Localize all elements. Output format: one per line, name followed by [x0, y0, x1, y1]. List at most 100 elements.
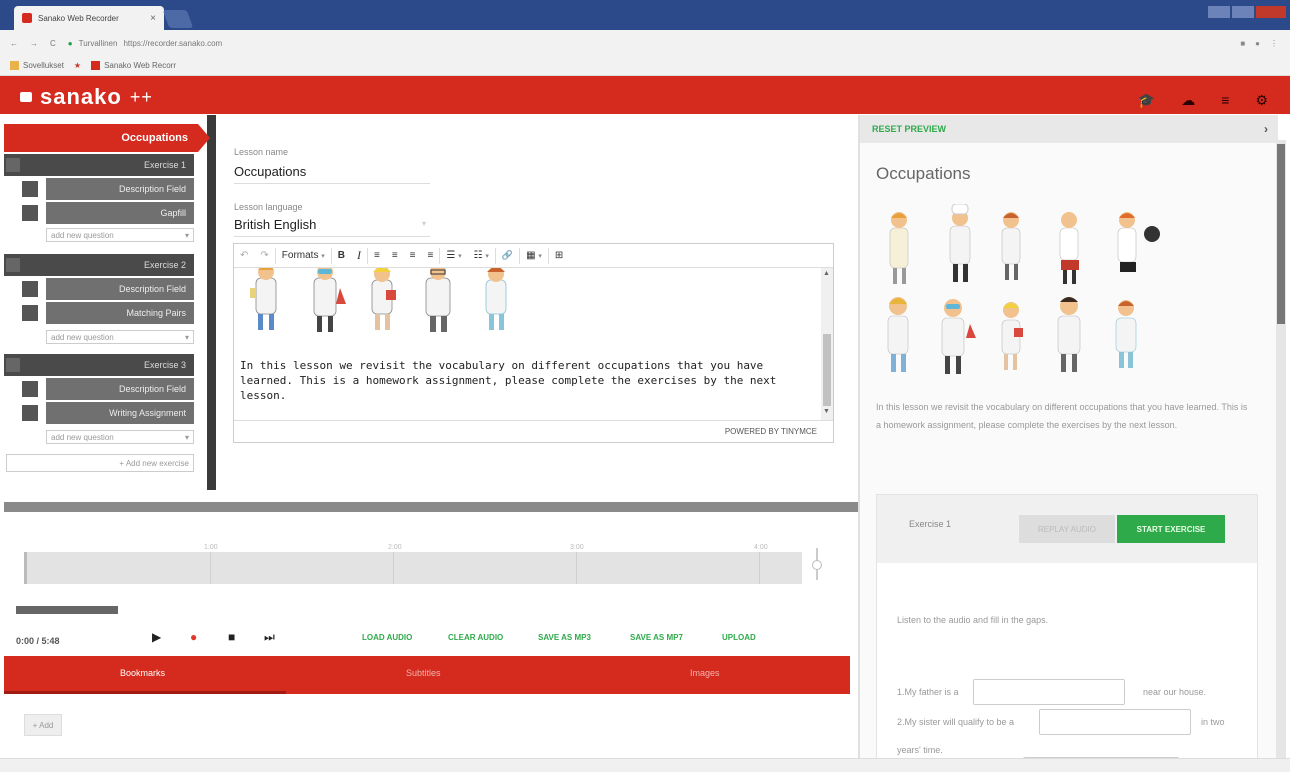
exercise-2-header[interactable]: Exercise 2 — [4, 254, 194, 276]
audio-waveform[interactable] — [24, 552, 802, 584]
url-field[interactable]: ● Turvallinen https://recorder.sanako.co… — [68, 39, 222, 48]
menu-icon[interactable]: ⋮ — [1270, 39, 1278, 48]
close-tab-icon[interactable]: × — [150, 13, 156, 24]
play-icon[interactable]: ▶ — [152, 630, 161, 644]
exercise-3-item-description[interactable]: Description Field — [22, 378, 194, 400]
editor-scroll-thumb[interactable] — [823, 334, 831, 406]
browser-tab[interactable]: Sanako Web Recorder × — [14, 6, 164, 30]
save-mp7-button[interactable]: SAVE AS MP7 — [630, 633, 683, 642]
skip-end-icon[interactable]: ⏭ — [264, 630, 275, 645]
drag-handle[interactable] — [22, 381, 38, 397]
tab-bookmarks[interactable]: Bookmarks — [120, 668, 165, 678]
align-right-icon[interactable]: ≡ — [404, 244, 422, 268]
bullet-list-icon[interactable]: ☰ ▾ — [440, 244, 467, 268]
volume-knob[interactable] — [812, 560, 822, 570]
exercise-1-item-gapfill[interactable]: Gapfill — [22, 202, 194, 224]
preview-scrollbar[interactable] — [1276, 140, 1286, 772]
gap-question-2-after: in two — [1201, 717, 1225, 727]
preview-occupations-illustration — [887, 204, 1160, 374]
exercise-1-add-question-select[interactable]: add new question ▾ — [46, 228, 194, 242]
sanako-logo[interactable]: sanako ++ — [20, 84, 153, 110]
gear-icon[interactable]: ⚙ — [1255, 92, 1268, 109]
stop-icon[interactable]: ■ — [228, 630, 235, 644]
rich-text-editor: ↶ ↷ Formats ▾ B I ≡ ≡ ≡ ≡ ☰ ▾ ☷ ▾ 🔗 ▦ ▾ … — [233, 243, 834, 443]
save-mp3-button[interactable]: SAVE AS MP3 — [538, 633, 591, 642]
exercise-2-item-description[interactable]: Description Field — [22, 278, 194, 300]
align-left-icon[interactable]: ≡ — [368, 244, 386, 268]
collapse-preview-icon[interactable]: › — [1264, 122, 1268, 136]
volume-slider[interactable] — [812, 548, 822, 580]
timeline-tick: 3:00 — [570, 544, 584, 551]
media-icon[interactable]: ⊞ — [549, 244, 569, 268]
minimize-button[interactable] — [1208, 6, 1230, 18]
camera-icon[interactable]: ■ — [1240, 39, 1245, 48]
list-icon[interactable]: ≡ — [1221, 92, 1229, 109]
bookmark-star-icon[interactable]: ★ — [74, 61, 81, 70]
replay-audio-button[interactable]: REPLAY AUDIO — [1019, 515, 1115, 543]
undo-icon[interactable]: ↶ — [234, 244, 254, 268]
graduation-cap-icon[interactable]: 🎓 — [1138, 92, 1155, 109]
exercise-3-add-question-select[interactable]: add new question ▾ — [46, 430, 194, 444]
drag-handle[interactable] — [22, 405, 38, 421]
scroll-down-icon[interactable]: ▼ — [823, 408, 830, 415]
exercise-2-add-question-select[interactable]: add new question ▾ — [46, 330, 194, 344]
exercise-3-item-writing[interactable]: Writing Assignment — [22, 402, 194, 424]
editor-scrollbar[interactable]: ▲ ▼ — [821, 268, 833, 420]
extension-icon[interactable]: ● — [1255, 39, 1260, 48]
gap-input-2[interactable] — [1039, 709, 1191, 735]
close-window-button[interactable] — [1256, 6, 1286, 18]
bookmark-sanako[interactable]: Sanako Web Recorr — [91, 61, 176, 71]
logo-text: sanako — [40, 84, 122, 109]
exercise-2-handle[interactable] — [6, 258, 20, 272]
preview-scroll-thumb[interactable] — [1277, 144, 1285, 324]
exercise-1-handle[interactable] — [6, 158, 20, 172]
scroll-up-icon[interactable]: ▲ — [823, 270, 830, 277]
editor-content[interactable]: In this lesson we revisit the vocabulary… — [234, 268, 821, 420]
add-bookmark-button[interactable]: + Add — [24, 714, 62, 736]
numbered-list-icon[interactable]: ☷ ▾ — [468, 244, 495, 268]
add-new-exercise-button[interactable]: + Add new exercise — [6, 454, 194, 472]
exercise-1-header[interactable]: Exercise 1 — [4, 154, 194, 176]
redo-icon[interactable]: ↷ — [254, 244, 274, 268]
drag-handle[interactable] — [22, 205, 38, 221]
new-tab-button[interactable] — [162, 10, 194, 28]
sidebar-lesson-occupations[interactable]: Occupations — [4, 124, 210, 152]
sidebar-resize-handle[interactable] — [207, 115, 216, 490]
tab-images[interactable]: Images — [690, 668, 720, 678]
drag-handle[interactable] — [22, 181, 38, 197]
lesson-name-input[interactable]: Occupations — [234, 164, 430, 184]
record-icon[interactable]: ● — [190, 630, 197, 644]
lesson-language-select[interactable]: British English ▾ — [234, 217, 430, 237]
clear-audio-button[interactable]: CLEAR AUDIO — [448, 633, 503, 642]
tab-subtitles[interactable]: Subtitles — [406, 668, 441, 678]
load-audio-button[interactable]: LOAD AUDIO — [362, 633, 412, 642]
start-exercise-button[interactable]: START EXERCISE — [1117, 515, 1225, 543]
table-icon[interactable]: ▦ ▾ — [520, 244, 548, 268]
back-icon[interactable]: ← — [10, 39, 18, 48]
playback-progress[interactable] — [16, 606, 118, 614]
bookmark-apps[interactable]: Sovellukset — [10, 61, 64, 71]
scientist-figure — [313, 268, 346, 332]
cloud-icon[interactable]: ☁ — [1181, 92, 1195, 109]
exercise-2-item-matching[interactable]: Matching Pairs — [22, 302, 194, 324]
occupations-illustration — [250, 268, 507, 332]
forward-icon[interactable]: → — [30, 39, 38, 48]
exercise-3-header[interactable]: Exercise 3 — [4, 354, 194, 376]
formats-dropdown[interactable]: Formats ▾ — [276, 244, 331, 268]
drag-handle[interactable] — [22, 305, 38, 321]
exercise-3-handle[interactable] — [6, 358, 20, 372]
audio-panel-divider[interactable] — [4, 502, 858, 512]
align-center-icon[interactable]: ≡ — [386, 244, 404, 268]
link-icon[interactable]: 🔗 — [496, 244, 519, 268]
url-text: https://recorder.sanako.com — [123, 38, 223, 48]
drag-handle[interactable] — [22, 281, 38, 297]
maximize-button[interactable] — [1232, 6, 1254, 18]
reset-preview-button[interactable]: RESET PREVIEW — [872, 124, 946, 134]
bold-button[interactable]: B — [332, 244, 351, 268]
exercise-1-item-description[interactable]: Description Field — [22, 178, 194, 200]
justify-icon[interactable]: ≡ — [422, 244, 440, 268]
reload-icon[interactable]: C — [50, 39, 56, 48]
upload-button[interactable]: UPLOAD — [722, 633, 756, 642]
gap-input-1[interactable] — [973, 679, 1125, 705]
italic-button[interactable]: I — [351, 244, 367, 268]
